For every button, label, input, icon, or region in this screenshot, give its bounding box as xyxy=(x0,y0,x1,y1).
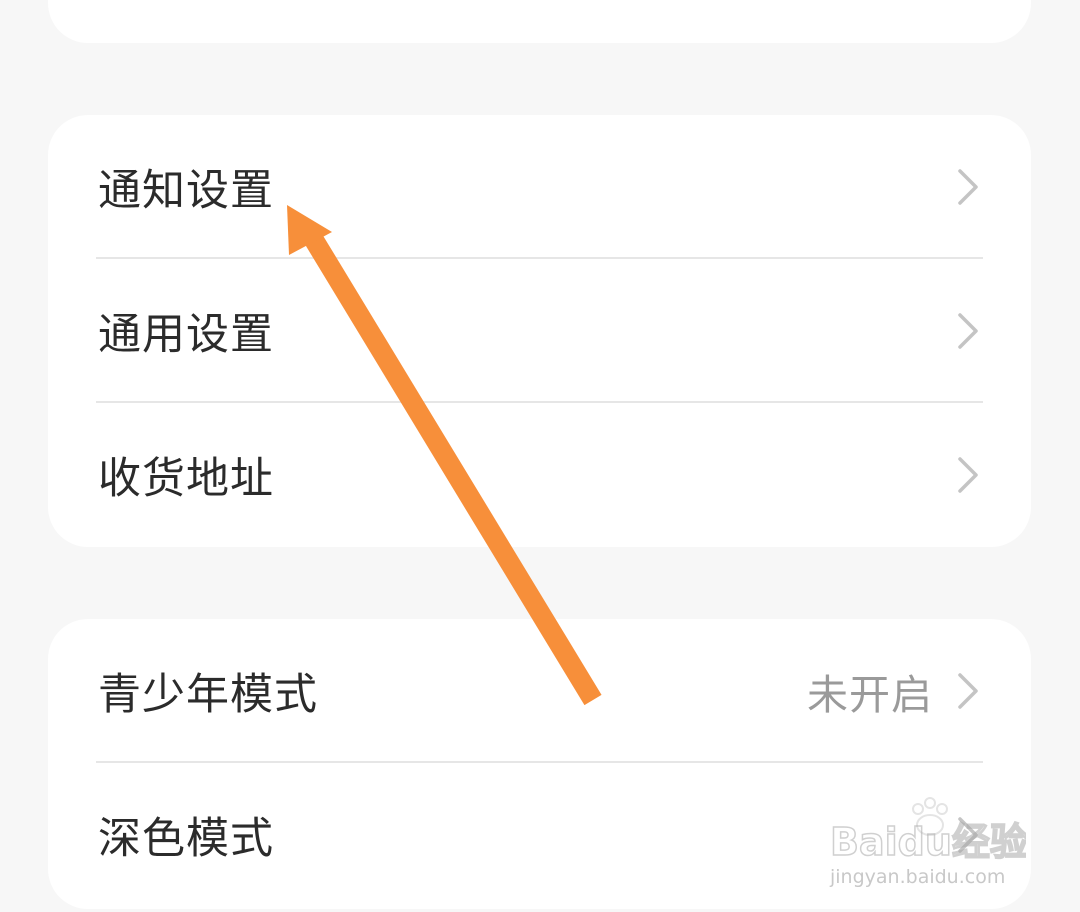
chevron-right-icon xyxy=(958,169,978,205)
settings-item-teen-mode[interactable]: 青少年模式 未开启 xyxy=(48,619,1031,763)
settings-item-label: 深色模式 xyxy=(98,814,274,864)
settings-card-top xyxy=(48,0,1031,43)
settings-item-dark-mode[interactable]: 深色模式 xyxy=(48,763,1031,907)
settings-item-value: 未开启 xyxy=(807,671,933,719)
settings-page: 通知设置 通用设置 收货地址 青少年模式 未开启 深色模式 Baidu经验 ji… xyxy=(0,0,1080,912)
settings-item-general[interactable]: 通用设置 xyxy=(48,259,1031,403)
chevron-right-icon xyxy=(958,673,978,709)
chevron-right-icon xyxy=(958,817,978,853)
settings-item-label: 通用设置 xyxy=(98,310,274,360)
settings-group-2: 青少年模式 未开启 深色模式 xyxy=(48,619,1031,909)
settings-item-label: 青少年模式 xyxy=(98,670,318,720)
settings-group-1: 通知设置 通用设置 收货地址 xyxy=(48,115,1031,547)
chevron-right-icon xyxy=(958,457,978,493)
settings-item-address[interactable]: 收货地址 xyxy=(48,403,1031,547)
settings-item-notification[interactable]: 通知设置 xyxy=(48,115,1031,259)
settings-item-label: 通知设置 xyxy=(98,166,274,216)
chevron-right-icon xyxy=(958,313,978,349)
settings-item-label: 收货地址 xyxy=(98,454,274,504)
